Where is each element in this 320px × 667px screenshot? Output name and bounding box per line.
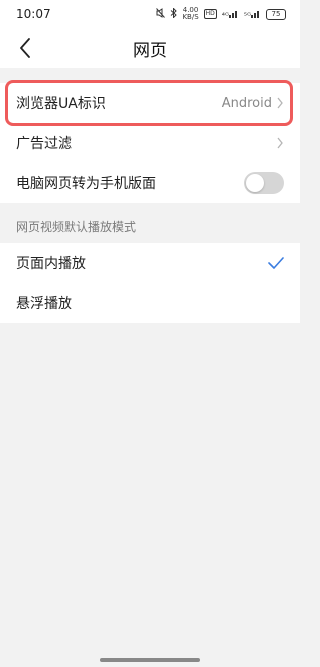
ua-setting-row[interactable]: 浏览器UA标识 Android bbox=[0, 83, 300, 123]
ad-filter-label: 广告过滤 bbox=[16, 136, 72, 152]
inline-play-option[interactable]: 页面内播放 bbox=[0, 243, 300, 283]
chevron-right-icon bbox=[277, 137, 283, 149]
inline-play-label: 页面内播放 bbox=[16, 256, 86, 272]
page-title: 网页 bbox=[133, 40, 167, 61]
mobile-layout-row: 电脑网页转为手机版面 bbox=[0, 163, 300, 203]
checkmark-icon bbox=[268, 257, 284, 269]
signal-4g-icon: ⁴ᴳ bbox=[222, 9, 239, 20]
hd-badge: HD bbox=[203, 9, 217, 19]
back-button[interactable] bbox=[14, 36, 36, 60]
signal-5g-icon: ⁵ᴳ bbox=[244, 9, 261, 20]
web-settings-list: 浏览器UA标识 Android 广告过滤 电脑网页转为手机版面 bbox=[0, 83, 300, 203]
mute-icon bbox=[156, 8, 166, 20]
video-mode-list: 页面内播放 悬浮播放 bbox=[0, 243, 300, 323]
ua-setting-right: Android bbox=[222, 96, 284, 111]
chevron-right-icon bbox=[277, 97, 283, 109]
ad-filter-row[interactable]: 广告过滤 bbox=[0, 123, 300, 163]
toggle-knob bbox=[246, 174, 264, 192]
mobile-layout-toggle[interactable] bbox=[244, 172, 284, 194]
signal-4g-label: ⁴ᴳ bbox=[221, 10, 229, 20]
net-speed-unit: KB/S bbox=[182, 13, 199, 21]
video-mode-section-header: 网页视频默认播放模式 bbox=[16, 220, 137, 234]
app-header: 网页 bbox=[0, 28, 300, 68]
net-speed: 4.00 KB/S bbox=[182, 7, 198, 21]
status-bar: 10:07 4.00 KB/S HD ⁴ᴳ ⁵ᴳ 75 bbox=[0, 0, 300, 28]
ua-setting-label: 浏览器UA标识 bbox=[16, 96, 106, 112]
back-arrow-icon bbox=[20, 38, 30, 58]
home-indicator[interactable] bbox=[100, 658, 200, 662]
ua-setting-value: Android bbox=[221, 95, 272, 111]
signal-5g-label: ⁵ᴳ bbox=[243, 10, 251, 20]
floating-play-option[interactable]: 悬浮播放 bbox=[0, 283, 300, 323]
mobile-layout-label: 电脑网页转为手机版面 bbox=[16, 176, 156, 192]
floating-play-label: 悬浮播放 bbox=[16, 296, 72, 312]
bluetooth-icon bbox=[170, 7, 178, 20]
battery-icon: 75 bbox=[266, 8, 286, 20]
status-time: 10:07 bbox=[16, 7, 51, 21]
status-icons: 4.00 KB/S HD ⁴ᴳ ⁵ᴳ 75 bbox=[156, 7, 286, 21]
